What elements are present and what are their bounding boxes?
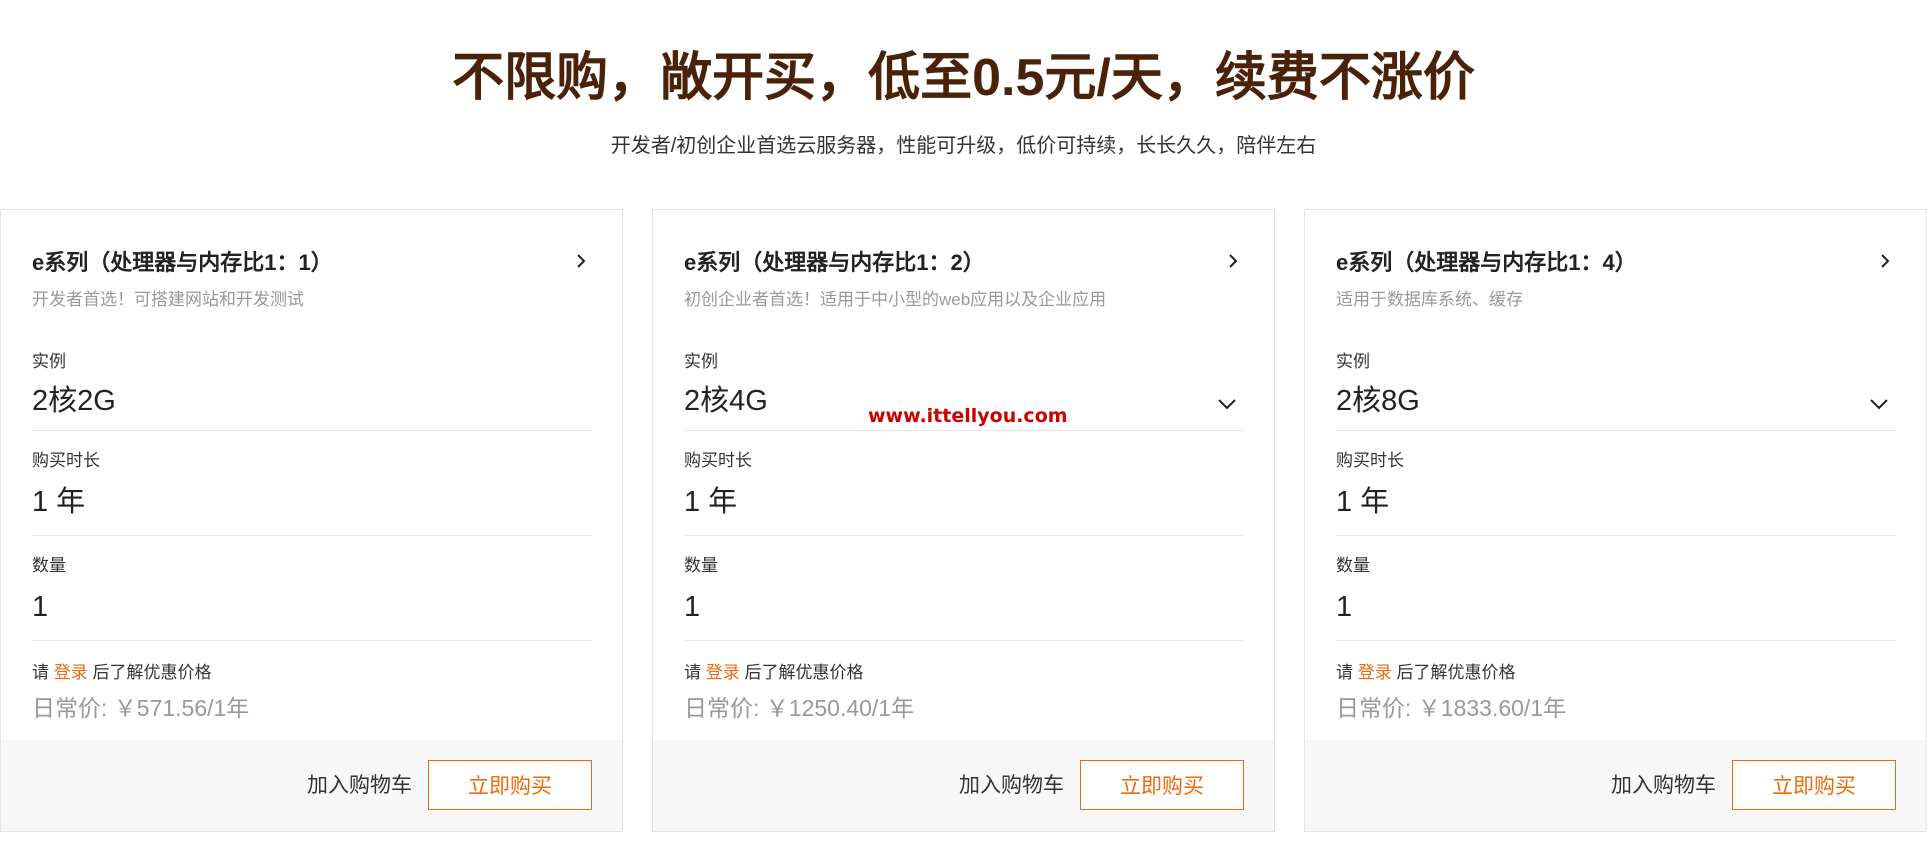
quantity-field: 数量 1 [32,536,592,641]
buy-now-button[interactable]: 立即购买 [1080,760,1244,810]
card-description: 适用于数据库系统、缓存 [1336,290,1523,309]
product-card-e-series-1-4: e系列（处理器与内存比1：4） 适用于数据库系统、缓存 实例 2核8G 购买时长… [1304,209,1927,832]
card-footer: 加入购物车 立即购买 [653,740,1274,831]
page-title: 不限购，敞开买，低至0.5元/天，续费不涨价 [452,49,1475,107]
login-link[interactable]: 登录 [54,663,88,682]
instance-value: 2核2G [32,385,116,417]
chevron-right-icon[interactable] [1878,254,1892,268]
instance-label: 实例 [1336,352,1370,371]
quantity-label: 数量 [1336,556,1370,575]
instance-select[interactable]: 实例 2核8G [1336,338,1896,431]
product-card-e-series-1-2: e系列（处理器与内存比1：2） 初创企业者首选！适用于中小型的web应用以及企业… [652,209,1275,832]
hint-suffix: 后了解优惠价格 [1391,663,1516,682]
card-description: 开发者首选！可搭建网站和开发测试 [32,290,304,309]
hint-prefix: 请 [32,663,54,682]
chevron-down-icon[interactable] [1870,398,1888,410]
card-title[interactable]: e系列（处理器与内存比1：2） [684,248,985,278]
product-card-e-series-1-1: e系列（处理器与内存比1：1） 开发者首选！可搭建网站和开发测试 实例 2核2G… [0,209,623,832]
buy-now-button[interactable]: 立即购买 [428,760,592,810]
login-price-hint: 请 登录 后了解优惠价格 [32,661,211,685]
chevron-right-icon[interactable] [574,254,588,268]
hint-prefix: 请 [1336,663,1358,682]
duration-field: 购买时长 1 年 [32,431,592,536]
instance-field: 实例 2核2G [32,338,592,431]
buy-now-button[interactable]: 立即购买 [1732,760,1896,810]
add-to-cart-button[interactable]: 加入购物车 [959,764,1064,808]
instance-label: 实例 [684,352,718,371]
quantity-label: 数量 [684,556,718,575]
regular-price: 日常价: ￥1250.40/1年 [684,695,915,721]
card-description: 初创企业者首选！适用于中小型的web应用以及企业应用 [684,290,1107,309]
login-link[interactable]: 登录 [1358,663,1392,682]
quantity-value: 1 [684,591,701,623]
quantity-field: 数量 1 [1336,536,1896,641]
page-subtitle: 开发者/初创企业首选云服务器，性能可升级，低价可持续，长长久久，陪伴左右 [610,135,1317,157]
chevron-right-icon[interactable] [1226,254,1240,268]
duration-value: 1 年 [32,486,86,518]
watermark-text: www.ittellyou.com [868,405,1068,427]
duration-field: 购买时长 1 年 [684,431,1244,536]
hint-suffix: 后了解优惠价格 [739,663,864,682]
product-cards: e系列（处理器与内存比1：1） 开发者首选！可搭建网站和开发测试 实例 2核2G… [0,209,1927,832]
quantity-field: 数量 1 [684,536,1244,641]
duration-label: 购买时长 [684,451,752,470]
card-footer: 加入购物车 立即购买 [1,740,622,831]
duration-value: 1 年 [1336,486,1390,518]
hint-prefix: 请 [684,663,706,682]
duration-field: 购买时长 1 年 [1336,431,1896,536]
chevron-down-icon[interactable] [1218,398,1236,410]
duration-label: 购买时长 [32,451,100,470]
add-to-cart-button[interactable]: 加入购物车 [1611,764,1716,808]
quantity-value: 1 [32,591,49,623]
quantity-label: 数量 [32,556,66,575]
instance-value: 2核8G [1336,385,1420,417]
hint-suffix: 后了解优惠价格 [87,663,212,682]
duration-value: 1 年 [684,486,738,518]
card-footer: 加入购物车 立即购买 [1305,740,1926,831]
quantity-value: 1 [1336,591,1353,623]
regular-price: 日常价: ￥1833.60/1年 [1336,695,1567,721]
instance-value: 2核4G [684,385,768,417]
login-link[interactable]: 登录 [706,663,740,682]
card-title[interactable]: e系列（处理器与内存比1：1） [32,248,333,278]
card-title[interactable]: e系列（处理器与内存比1：4） [1336,248,1637,278]
add-to-cart-button[interactable]: 加入购物车 [307,764,412,808]
regular-price: 日常价: ￥571.56/1年 [32,695,250,721]
instance-label: 实例 [32,352,66,371]
login-price-hint: 请 登录 后了解优惠价格 [684,661,863,685]
login-price-hint: 请 登录 后了解优惠价格 [1336,661,1515,685]
duration-label: 购买时长 [1336,451,1404,470]
